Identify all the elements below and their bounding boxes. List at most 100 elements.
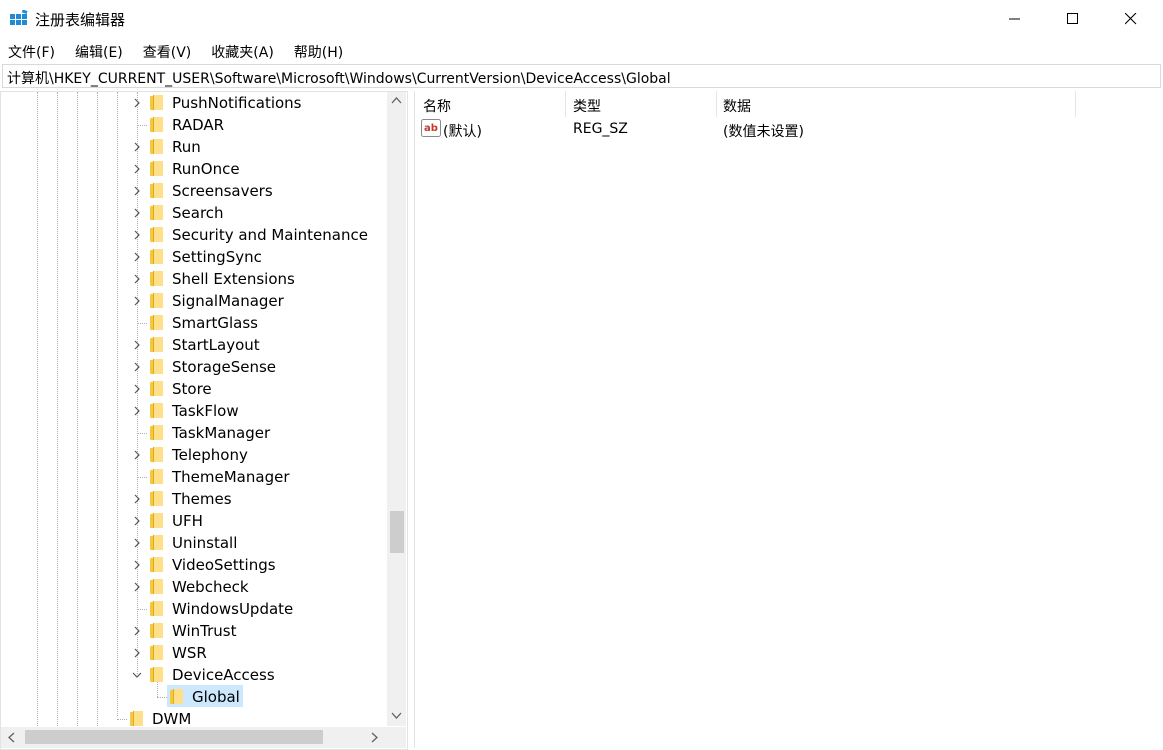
tree-item-label: Telephony xyxy=(172,446,248,464)
value-name: (默认) xyxy=(443,124,482,140)
chevron-right-icon[interactable] xyxy=(132,230,142,240)
chevron-right-icon[interactable] xyxy=(132,296,142,306)
minimize-button[interactable] xyxy=(986,0,1044,38)
folder-icon xyxy=(150,95,164,110)
folder-icon xyxy=(150,513,164,528)
tree-item-label: StorageSense xyxy=(172,358,276,376)
column-header-name[interactable]: 名称 xyxy=(415,91,565,117)
menu-view[interactable]: 查看(V) xyxy=(135,40,200,62)
scroll-corner xyxy=(387,727,406,748)
menu-help[interactable]: 帮助(H) xyxy=(286,40,351,62)
folder-icon xyxy=(150,601,164,616)
menu-favorites[interactable]: 收藏夹(A) xyxy=(203,40,282,62)
tree-item-label: SmartGlass xyxy=(172,314,258,332)
regedit-icon xyxy=(10,10,28,25)
folder-icon xyxy=(150,183,164,198)
tree-vertical-scroll-thumb[interactable] xyxy=(390,511,404,553)
tree-item-label: RADAR xyxy=(172,116,225,134)
chevron-down-icon[interactable] xyxy=(132,670,142,680)
scroll-right-icon[interactable] xyxy=(371,732,379,743)
tree-item-label: WinTrust xyxy=(172,622,237,640)
value-data: (数值未设置) xyxy=(723,124,804,140)
chevron-right-icon[interactable] xyxy=(132,142,142,152)
tree-item-label: SignalManager xyxy=(172,292,284,310)
chevron-right-icon[interactable] xyxy=(132,516,142,526)
tree-item-label: RunOnce xyxy=(172,160,240,178)
menu-edit[interactable]: 编辑(E) xyxy=(67,40,131,62)
tree-item-label: Screensavers xyxy=(172,182,273,200)
chevron-right-icon[interactable] xyxy=(132,538,142,548)
chevron-right-icon[interactable] xyxy=(132,648,142,658)
chevron-right-icon[interactable] xyxy=(132,362,142,372)
chevron-right-icon[interactable] xyxy=(132,274,142,284)
chevron-right-icon[interactable] xyxy=(132,340,142,350)
chevron-right-icon[interactable] xyxy=(132,98,142,108)
folder-icon xyxy=(150,579,164,594)
chevron-right-icon[interactable] xyxy=(132,186,142,196)
folder-icon xyxy=(150,381,164,396)
folder-icon xyxy=(150,535,164,550)
scroll-up-icon[interactable] xyxy=(391,96,402,104)
column-header-type[interactable]: 类型 xyxy=(566,91,716,117)
value-type: REG_SZ xyxy=(573,121,628,137)
folder-icon xyxy=(150,557,164,572)
folder-icon xyxy=(150,161,164,176)
folder-icon xyxy=(130,711,144,726)
tree-item-label: WindowsUpdate xyxy=(172,600,294,618)
menu-file[interactable]: 文件(F) xyxy=(0,40,63,62)
ab-string-icon: ab xyxy=(421,119,441,137)
folder-icon xyxy=(150,359,164,374)
values-pane: 名称 类型 数据 ab (默认) REG_SZ (数值未设置) xyxy=(414,91,1163,748)
chevron-right-icon[interactable] xyxy=(132,450,142,460)
window-title: 注册表编辑器 xyxy=(35,11,126,29)
chevron-right-icon[interactable] xyxy=(132,560,142,570)
folder-icon xyxy=(150,117,164,132)
chevron-right-icon[interactable] xyxy=(132,252,142,262)
chevron-right-icon[interactable] xyxy=(132,208,142,218)
column-header-data[interactable]: 数据 xyxy=(717,91,1075,117)
scroll-left-icon[interactable] xyxy=(7,732,15,743)
tree-horizontal-scroll-thumb[interactable] xyxy=(25,730,323,744)
folder-icon xyxy=(150,403,164,418)
tree-item-label: Global xyxy=(192,688,240,706)
folder-icon xyxy=(150,447,164,462)
tree-vertical-scrollbar[interactable] xyxy=(387,92,406,726)
folder-icon xyxy=(150,623,164,638)
tree-item-label: Shell Extensions xyxy=(172,270,295,288)
chevron-right-icon[interactable] xyxy=(132,494,142,504)
key-tree: PushNotifications RADAR Run RunOnce Screensa… xyxy=(0,91,408,750)
scroll-down-icon[interactable] xyxy=(391,712,402,720)
folder-icon xyxy=(150,293,164,308)
tree-item-label: VideoSettings xyxy=(172,556,276,574)
chevron-right-icon[interactable] xyxy=(132,406,142,416)
tree-item-label: Run xyxy=(172,138,201,156)
folder-icon xyxy=(150,337,164,352)
address-bar[interactable]: 计算机\HKEY_CURRENT_USER\Software\Microsoft… xyxy=(2,64,1161,88)
chevron-right-icon[interactable] xyxy=(132,384,142,394)
address-path[interactable]: 计算机\HKEY_CURRENT_USER\Software\Microsoft… xyxy=(7,68,671,88)
folder-open-icon xyxy=(150,667,164,682)
folder-icon xyxy=(150,227,164,242)
folder-icon xyxy=(150,645,164,660)
maximize-button[interactable] xyxy=(1044,0,1102,38)
tree-item-label: ThemeManager xyxy=(172,468,290,486)
close-button[interactable] xyxy=(1102,0,1160,38)
title-bar: 注册表编辑器 xyxy=(0,0,1163,38)
tree-item-label: Search xyxy=(172,204,224,222)
folder-icon xyxy=(150,491,164,506)
chevron-right-icon[interactable] xyxy=(132,582,142,592)
maximize-icon xyxy=(1067,13,1078,24)
tree-item-label: Themes xyxy=(172,490,232,508)
chevron-right-icon[interactable] xyxy=(132,164,142,174)
chevron-right-icon[interactable] xyxy=(132,626,142,636)
tree-item-label: TaskFlow xyxy=(172,402,239,420)
tree-item-label: Security and Maintenance xyxy=(172,226,368,244)
tree-item-label: StartLayout xyxy=(172,336,260,354)
tree-item-label: WSR xyxy=(172,644,207,662)
tree-item-label: TaskManager xyxy=(172,424,271,442)
folder-icon xyxy=(150,139,164,154)
tree-item-label: DeviceAccess xyxy=(172,666,275,684)
svg-text:ab: ab xyxy=(424,123,438,134)
folder-icon xyxy=(150,469,164,484)
tree-item-label: PushNotifications xyxy=(172,94,302,112)
